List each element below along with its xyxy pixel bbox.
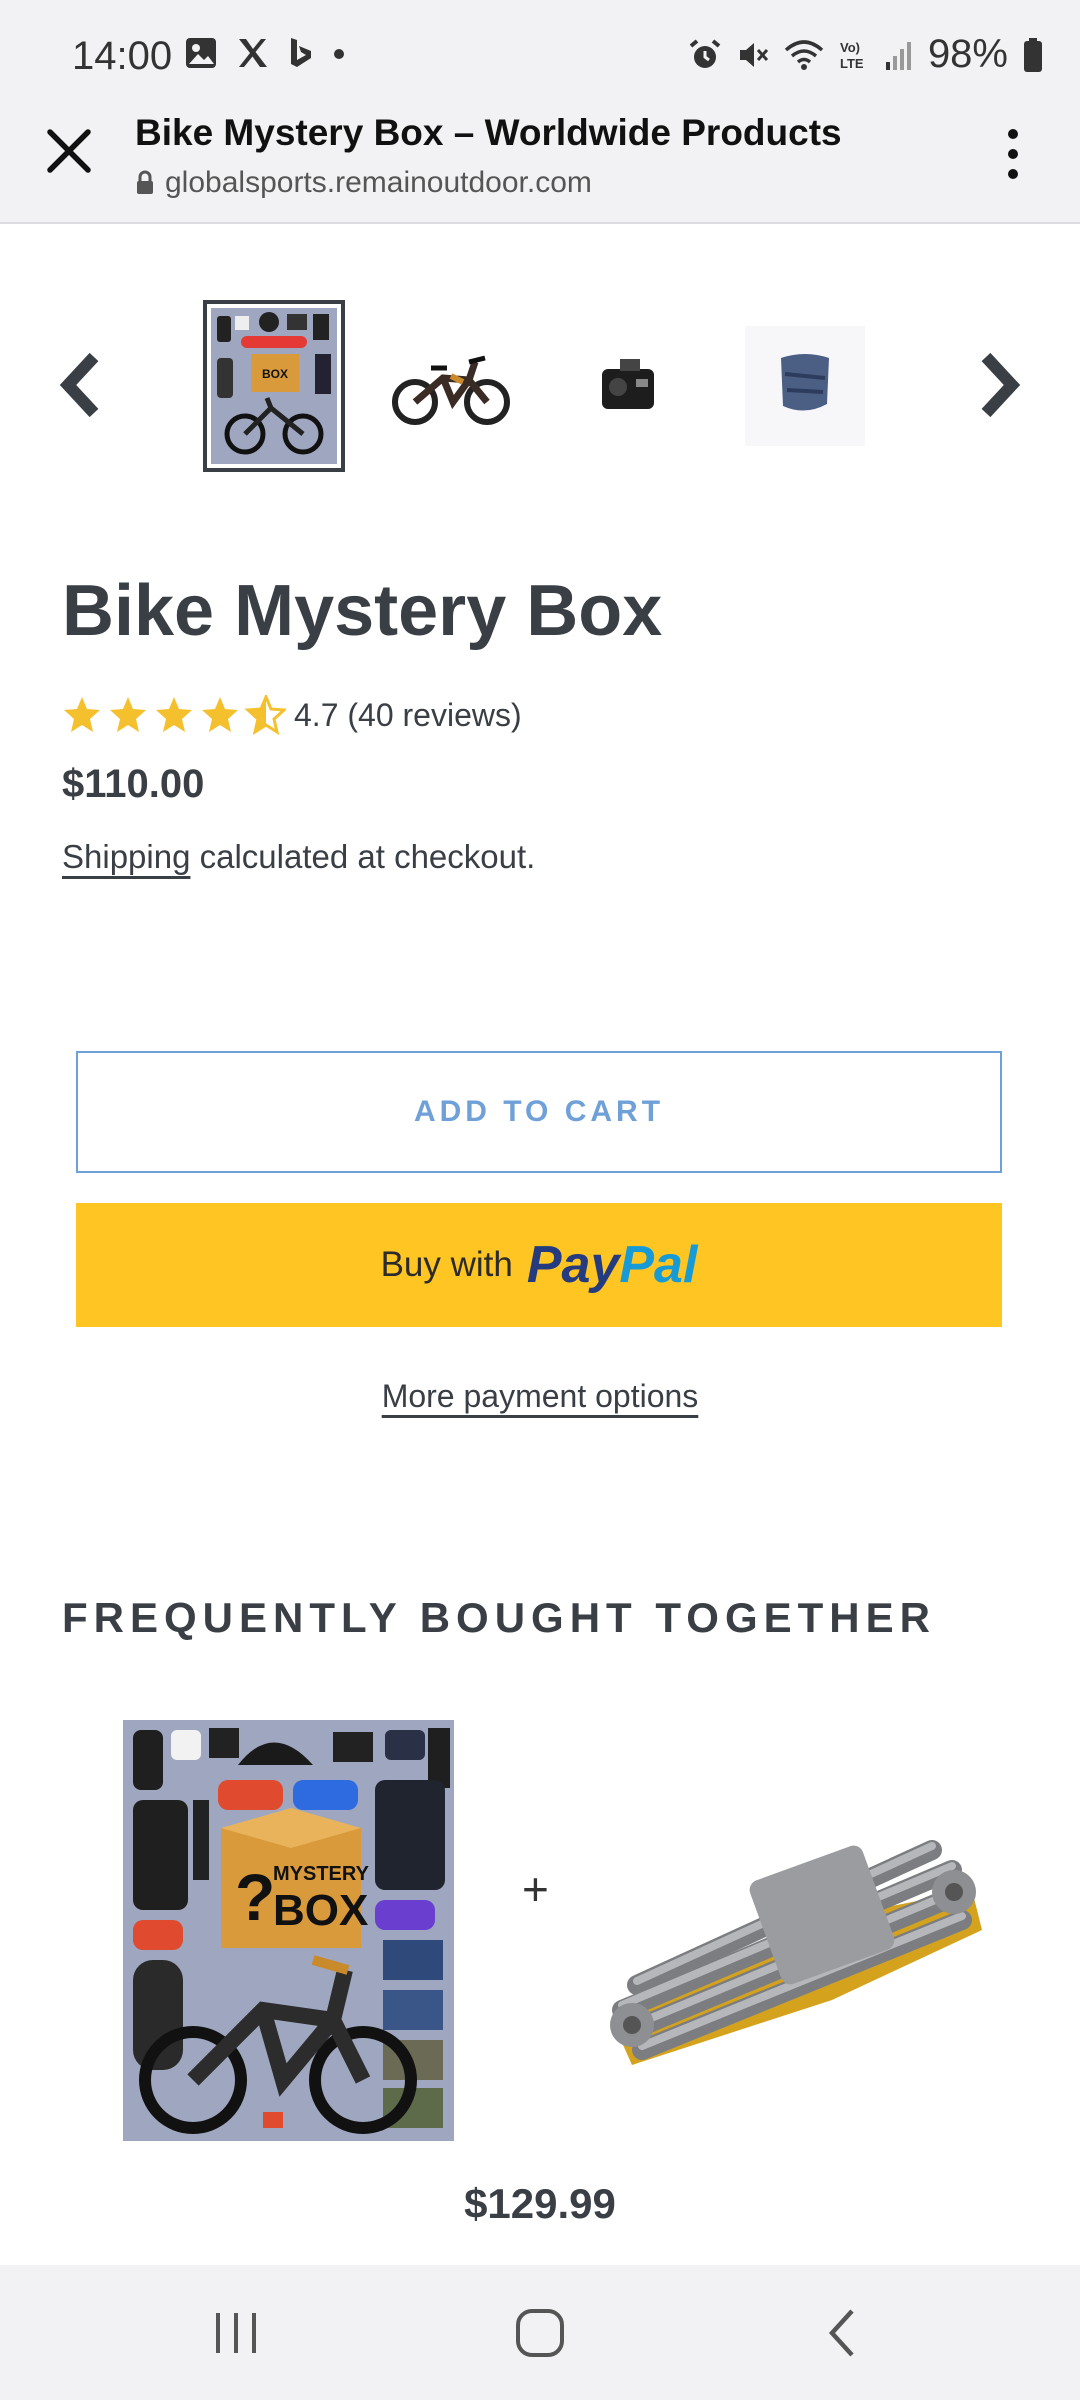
star-icon <box>156 697 192 732</box>
more-payment-options: More payment options <box>0 1378 1080 1415</box>
product-title: Bike Mystery Box <box>62 571 663 651</box>
mystery-box-collage-image: ? MYSTERY BOX <box>123 1720 454 2141</box>
more-options-icon[interactable] <box>996 124 1030 184</box>
star-icon <box>202 697 238 732</box>
url-text: globalsports.remainoutdoor.com <box>165 166 592 199</box>
signal-icon <box>885 41 911 70</box>
action-camera-image <box>602 359 654 409</box>
bing-icon <box>291 38 311 67</box>
thumbnail-mountain-bike[interactable] <box>380 300 522 472</box>
fbt-mystery-box-image[interactable]: ? MYSTERY BOX <box>123 1720 454 2141</box>
paypal-button-label: Buy with <box>380 1245 513 1284</box>
wifi-icon <box>784 39 824 70</box>
x-icon <box>239 39 267 67</box>
shipping-note-text: calculated at checkout. <box>190 838 536 875</box>
status-bar: 14:00 Vo) LTE 98% <box>0 0 1080 92</box>
volte-icon: Vo)LTE <box>840 40 864 71</box>
star-icon <box>110 697 146 732</box>
chevron-right-icon[interactable] <box>968 345 1028 425</box>
battery-icon <box>1024 37 1042 72</box>
close-icon[interactable] <box>40 122 98 180</box>
product-rating[interactable]: 4.7 (40 reviews) <box>62 695 522 735</box>
fbt-multitool-image[interactable] <box>592 1800 992 2090</box>
paypal-logo-pal: Pal <box>619 1236 698 1294</box>
box-label-line-2: BOX <box>273 1886 368 1935</box>
shipping-link[interactable]: Shipping <box>62 838 190 875</box>
multitool-image <box>610 1840 982 2065</box>
back-icon[interactable] <box>820 2305 864 2361</box>
more-payment-options-link[interactable]: More payment options <box>382 1378 699 1414</box>
status-time: 14:00 <box>72 34 173 78</box>
status-left-icons <box>184 36 346 70</box>
neck-gaiter-image <box>745 326 865 446</box>
fbt-heading: FREQUENTLY BOUGHT TOGETHER <box>62 1594 936 1641</box>
thumbnail-action-camera[interactable] <box>556 300 698 472</box>
svg-text:Vo): Vo) <box>840 40 860 55</box>
paypal-logo: PayPal <box>527 1235 698 1295</box>
battery-percent: 98% <box>927 32 1008 76</box>
half-star-icon <box>246 695 286 734</box>
mystery-box-collage-image: BOX <box>211 308 337 464</box>
page-url[interactable]: globalsports.remainoutdoor.com <box>135 166 592 200</box>
lock-icon <box>137 170 153 194</box>
box-label-line-1: MYSTERY <box>273 1863 370 1885</box>
home-icon[interactable] <box>512 2305 568 2361</box>
system-nav-bar <box>0 2265 1080 2400</box>
alarm-icon <box>689 38 721 68</box>
box-question: ? <box>235 1860 275 1934</box>
star-icon <box>64 697 100 732</box>
svg-text:BOX: BOX <box>262 367 288 381</box>
recent-apps-icon[interactable] <box>212 2305 262 2361</box>
rating-stars <box>64 695 286 734</box>
thumbnail-neck-gaiter[interactable] <box>734 300 876 472</box>
thumbnail-mystery-box[interactable]: BOX <box>203 300 345 472</box>
mountain-bike-image <box>392 355 510 425</box>
paypal-button[interactable]: Buy with PayPal <box>76 1203 1002 1327</box>
rating-text: 4.7 (40 reviews) <box>294 696 522 733</box>
page-title: Bike Mystery Box – Worldwide Products <box>135 112 842 153</box>
svg-text:LTE: LTE <box>840 56 864 71</box>
paypal-logo-pay: Pay <box>526 1236 620 1294</box>
mute-icon <box>739 42 769 67</box>
fbt-price: $129.99 <box>464 2180 616 2227</box>
chevron-left-icon[interactable] <box>52 345 112 425</box>
shipping-note: Shipping calculated at checkout. <box>62 838 535 876</box>
gallery-icon <box>186 38 216 68</box>
dot-icon <box>334 49 344 59</box>
plus-sign: + <box>522 1863 549 1915</box>
product-price: $110.00 <box>62 762 205 806</box>
add-to-cart-button[interactable]: ADD TO CART <box>76 1051 1002 1173</box>
status-right-icons: Vo) LTE 98% <box>688 32 1044 77</box>
